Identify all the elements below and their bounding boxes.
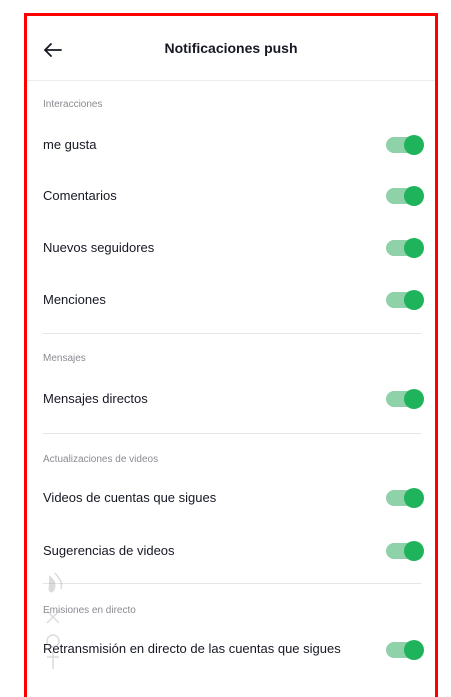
toggle-videos-de-cuentas-que-sigues[interactable] bbox=[386, 488, 424, 508]
section-label-interacciones: Interacciones bbox=[43, 99, 103, 110]
setting-label-videos-de-cuentas-que-sigues: Videos de cuentas que sigues bbox=[43, 490, 217, 505]
phone-screen-frame: Notificaciones push Interacciones me gus… bbox=[24, 13, 438, 697]
toggle-knob bbox=[404, 541, 424, 561]
toggle-knob bbox=[404, 488, 424, 508]
toggle-nuevos-seguidores[interactable] bbox=[386, 238, 424, 258]
toggle-comentarios[interactable] bbox=[386, 186, 424, 206]
page-title: Notificaciones push bbox=[164, 40, 298, 56]
toggle-menciones[interactable] bbox=[386, 290, 424, 310]
section-divider bbox=[43, 333, 421, 334]
setting-label-menciones: Menciones bbox=[43, 292, 106, 307]
toggle-knob bbox=[404, 389, 424, 409]
setting-label-nuevos-seguidores: Nuevos seguidores bbox=[43, 240, 155, 255]
toggle-sugerencias-de-videos[interactable] bbox=[386, 541, 424, 561]
toggle-knob bbox=[404, 640, 424, 660]
section-divider bbox=[43, 583, 421, 584]
setting-label-retransmision-en-directo: Retransmisión en directo de las cuentas … bbox=[43, 641, 341, 656]
watermark-logo-icon bbox=[46, 572, 63, 669]
toggle-me-gusta[interactable] bbox=[386, 135, 424, 155]
setting-label-sugerencias-de-videos: Sugerencias de videos bbox=[43, 543, 175, 558]
toggle-knob bbox=[404, 186, 424, 206]
toggle-retransmision-en-directo[interactable] bbox=[386, 640, 424, 660]
section-label-actualizaciones-de-videos: Actualizaciones de videos bbox=[43, 454, 159, 465]
setting-label-comentarios: Comentarios bbox=[43, 188, 117, 203]
section-label-mensajes: Mensajes bbox=[43, 353, 86, 364]
toggle-knob bbox=[404, 135, 424, 155]
section-divider bbox=[43, 433, 421, 434]
toggle-knob bbox=[404, 290, 424, 310]
setting-label-mensajes-directos: Mensajes directos bbox=[43, 391, 148, 406]
toggle-mensajes-directos[interactable] bbox=[386, 389, 424, 409]
toggle-knob bbox=[404, 238, 424, 258]
setting-label-me-gusta: me gusta bbox=[43, 137, 97, 152]
header: Notificaciones push bbox=[27, 16, 435, 81]
